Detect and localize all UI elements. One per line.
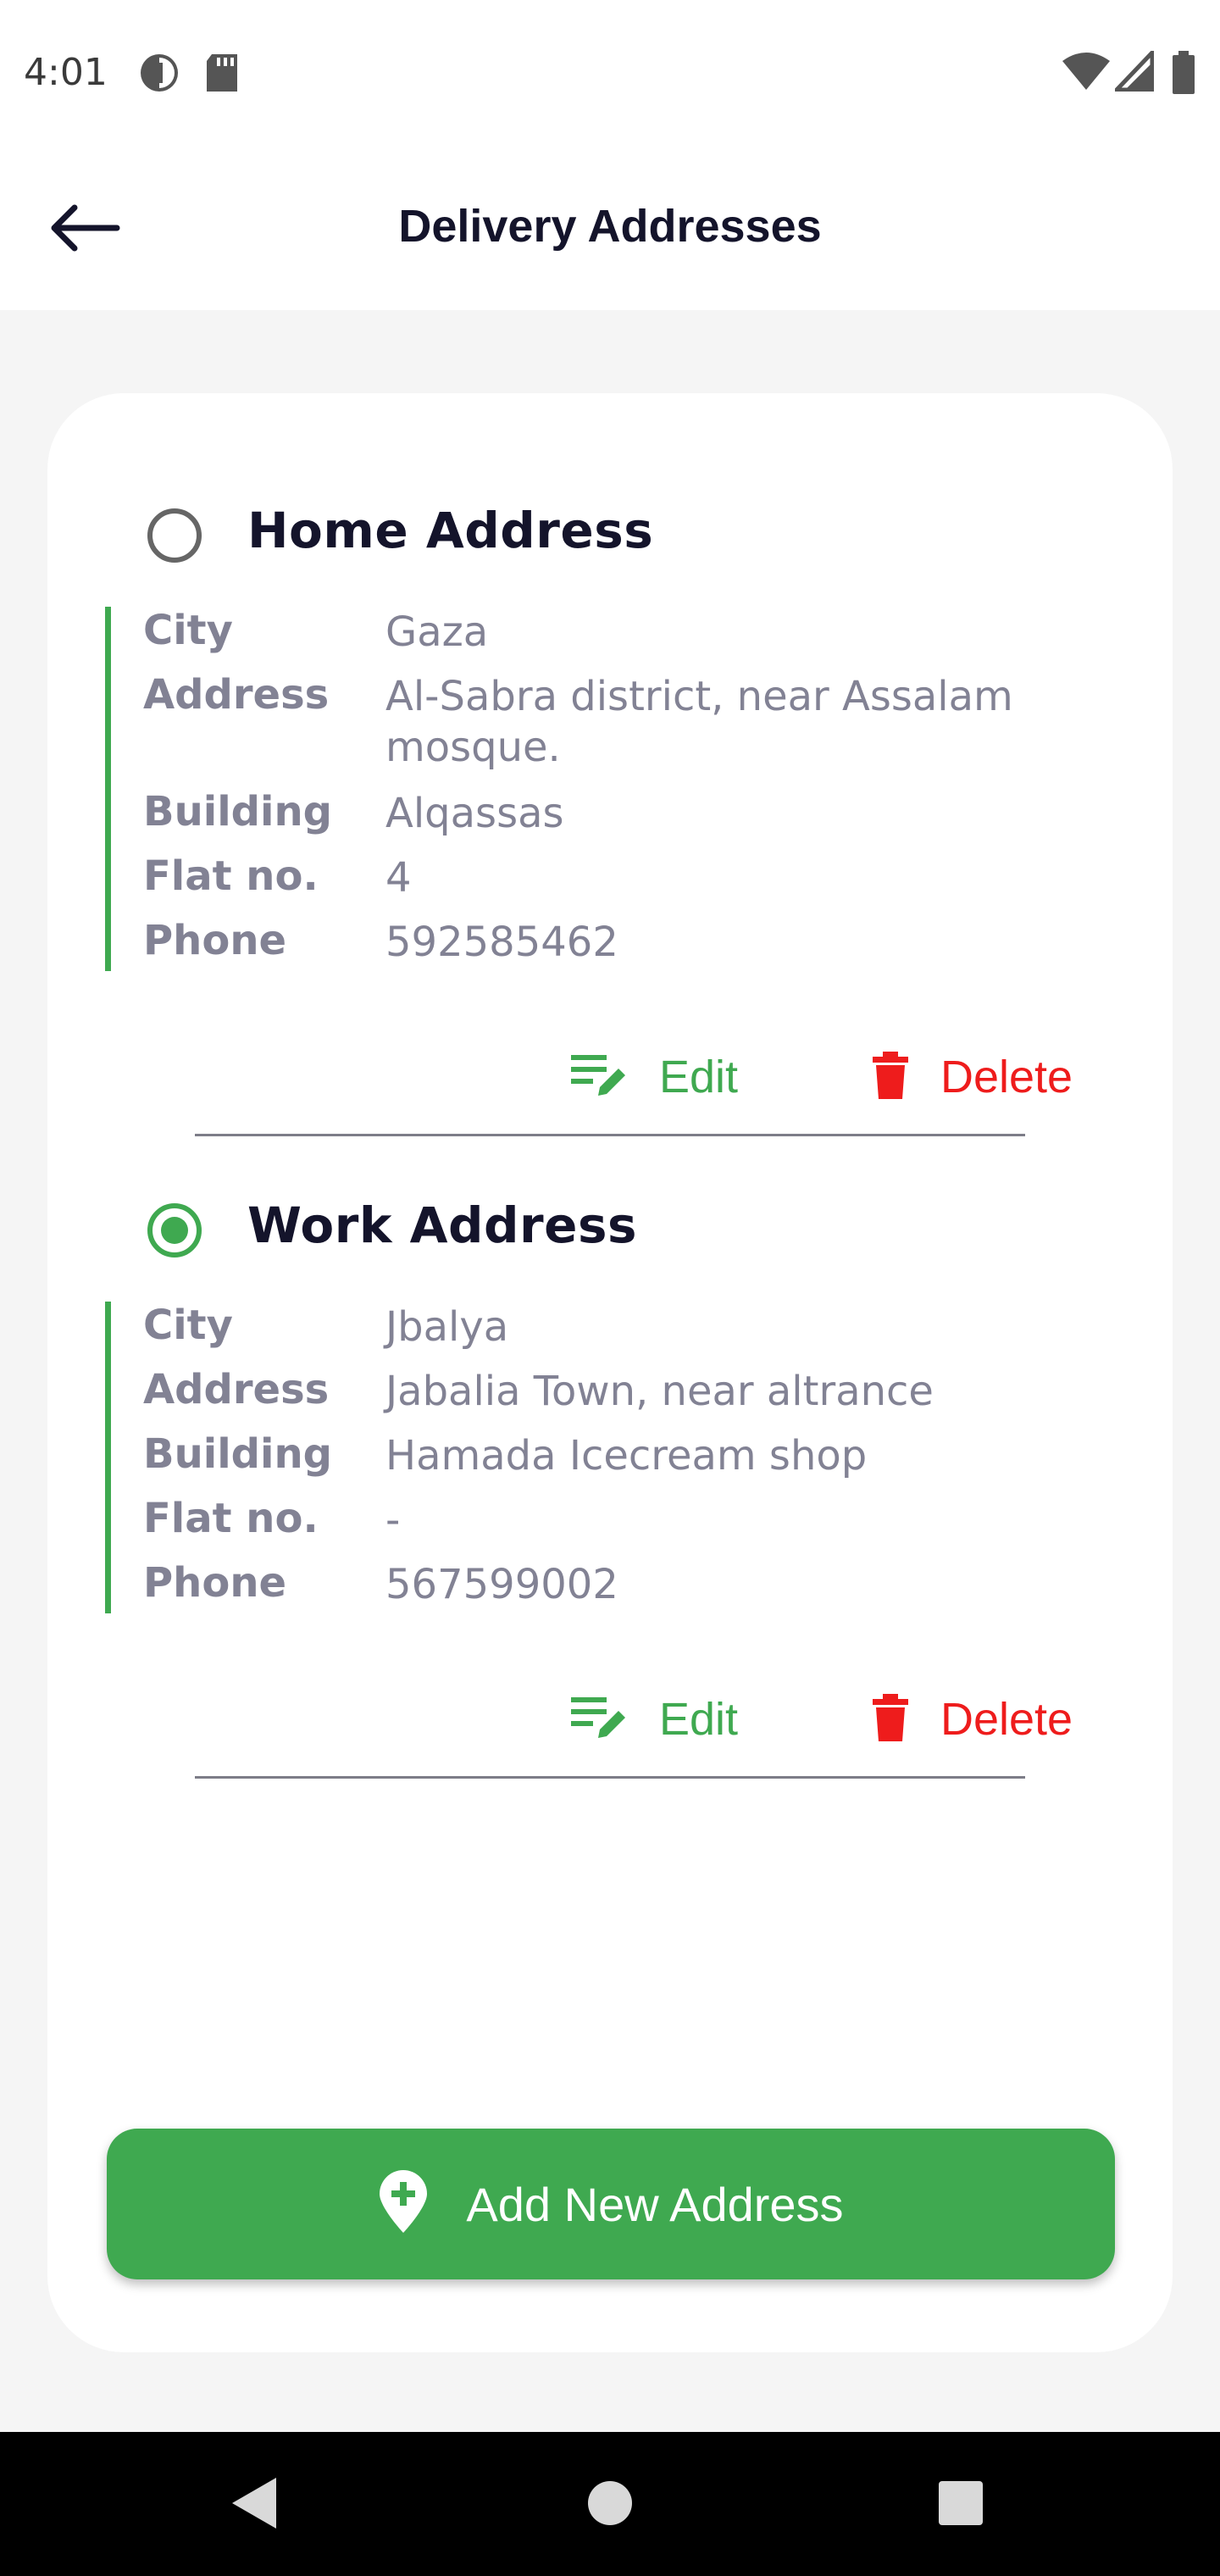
sd-card-icon bbox=[203, 51, 242, 99]
field-label: Flat no. bbox=[143, 1495, 319, 1542]
address-details: City Jbalya Address Jabalia Town, near a… bbox=[105, 1302, 1122, 1613]
addresses-card: Home Address City Gaza Address Al-Sabra … bbox=[47, 393, 1173, 2352]
add-new-address-button[interactable]: Add New Address bbox=[107, 2129, 1115, 2279]
field-label: Building bbox=[143, 1430, 333, 1478]
status-time: 4:01 bbox=[24, 51, 108, 94]
field-label: Phone bbox=[143, 917, 287, 964]
edit-label: Edit bbox=[659, 1694, 739, 1745]
field-value: Alqassas bbox=[385, 790, 564, 837]
field-value: Gaza bbox=[385, 608, 489, 656]
field-value: - bbox=[385, 1496, 401, 1544]
field-row-city: City Jbalya bbox=[111, 1302, 1128, 1352]
divider bbox=[195, 1776, 1025, 1779]
field-row-address: Address Al-Sabra district, near Assalam … bbox=[111, 671, 1128, 773]
edit-button[interactable]: Edit bbox=[569, 1039, 738, 1115]
delete-label: Delete bbox=[940, 1052, 1073, 1102]
field-value: 592585462 bbox=[385, 919, 618, 966]
trash-icon bbox=[871, 1692, 910, 1747]
field-label: Building bbox=[143, 788, 333, 836]
field-value: 567599002 bbox=[385, 1561, 618, 1608]
address-radio-home[interactable] bbox=[147, 508, 202, 563]
edit-list-icon bbox=[569, 1692, 629, 1747]
field-value: Al-Sabra district, near Assalam mosque. bbox=[385, 673, 1013, 771]
address-radio-work[interactable] bbox=[147, 1203, 202, 1257]
divider bbox=[195, 1134, 1025, 1136]
delete-label: Delete bbox=[940, 1694, 1073, 1745]
field-row-flat: Flat no. - bbox=[111, 1495, 1128, 1546]
field-row-building: Building Hamada Icecream shop bbox=[111, 1430, 1128, 1481]
field-row-phone: Phone 592585462 bbox=[111, 917, 1128, 968]
app-bar: Delivery Addresses bbox=[0, 149, 1220, 310]
signal-icon bbox=[1112, 47, 1155, 96]
home-circle-icon[interactable] bbox=[586, 2479, 634, 2531]
recents-square-icon[interactable] bbox=[937, 2479, 984, 2531]
trash-icon bbox=[871, 1050, 910, 1105]
address-details: City Gaza Address Al-Sabra district, nea… bbox=[105, 607, 1122, 971]
address-title: Work Address bbox=[247, 1196, 638, 1254]
field-label: Flat no. bbox=[143, 852, 319, 900]
field-label: City bbox=[143, 607, 233, 654]
address-actions: Edit Delete bbox=[47, 1039, 1173, 1115]
delete-button[interactable]: Delete bbox=[871, 1039, 1073, 1115]
edit-button[interactable]: Edit bbox=[569, 1681, 738, 1757]
system-nav-bar bbox=[0, 2432, 1220, 2576]
field-value: 4 bbox=[385, 854, 412, 902]
delete-button[interactable]: Delete bbox=[871, 1681, 1073, 1757]
field-label: Address bbox=[143, 671, 330, 719]
data-saver-icon bbox=[137, 51, 181, 99]
edit-list-icon bbox=[569, 1050, 629, 1105]
field-label: Address bbox=[143, 1366, 330, 1413]
status-bar: 4:01 bbox=[0, 0, 1220, 149]
field-label: City bbox=[143, 1302, 233, 1349]
field-row-address: Address Jabalia Town, near altrance bbox=[111, 1366, 1128, 1417]
battery-icon bbox=[1171, 51, 1196, 99]
add-new-address-label: Add New Address bbox=[466, 2177, 844, 2231]
field-row-flat: Flat no. 4 bbox=[111, 852, 1128, 903]
field-row-city: City Gaza bbox=[111, 607, 1128, 658]
address-actions: Edit Delete bbox=[47, 1681, 1173, 1757]
field-value: Jabalia Town, near altrance bbox=[385, 1368, 934, 1415]
field-row-building: Building Alqassas bbox=[111, 788, 1128, 839]
location-plus-icon bbox=[378, 2169, 429, 2239]
field-value: Hamada Icecream shop bbox=[385, 1432, 868, 1480]
field-value: Jbalya bbox=[385, 1303, 509, 1351]
wifi-icon bbox=[1061, 51, 1112, 96]
edit-label: Edit bbox=[659, 1052, 739, 1102]
field-label: Phone bbox=[143, 1559, 287, 1607]
back-triangle-icon[interactable] bbox=[230, 2476, 278, 2534]
page-title: Delivery Addresses bbox=[398, 201, 822, 252]
address-title: Home Address bbox=[247, 502, 654, 559]
field-row-phone: Phone 567599002 bbox=[111, 1559, 1128, 1610]
